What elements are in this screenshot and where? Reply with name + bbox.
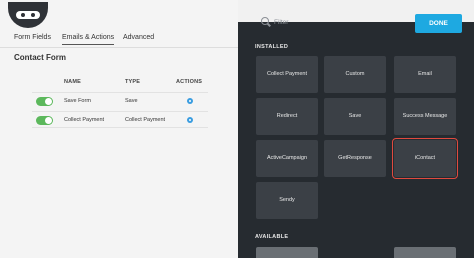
action-type: Collect Payment bbox=[125, 117, 166, 123]
action-name: Save Form bbox=[64, 98, 91, 104]
column-header-name: NAME bbox=[64, 79, 81, 85]
builder-panel: Form Fields Emails & Actions Advanced Co… bbox=[0, 0, 238, 258]
tile-label: Custom bbox=[345, 71, 365, 77]
tile-label: iContact bbox=[414, 155, 436, 161]
tile-label: GetResponse bbox=[338, 155, 372, 161]
tile-label: Sendy bbox=[279, 197, 295, 203]
tile-label: Save bbox=[348, 113, 362, 119]
filter-input[interactable] bbox=[274, 16, 394, 28]
action-tile-icontact[interactable]: iContact bbox=[392, 138, 458, 179]
action-tile-custom[interactable]: Custom bbox=[324, 56, 386, 93]
search-icon bbox=[261, 17, 269, 25]
action-tile-getresponse[interactable]: GetResponse bbox=[324, 140, 386, 177]
action-tile-collect-payment[interactable]: Collect Payment bbox=[256, 56, 318, 93]
tabs-divider bbox=[0, 47, 238, 48]
available-section-label: AVAILABLE bbox=[255, 234, 289, 240]
tile-label: Email bbox=[418, 71, 432, 77]
done-button[interactable]: DONE bbox=[415, 14, 462, 33]
tab-advanced[interactable]: Advanced bbox=[123, 32, 154, 44]
form-title: Contact Form bbox=[14, 53, 66, 62]
action-toggle[interactable] bbox=[36, 97, 53, 106]
action-tile-activecampaign[interactable]: ActiveCampaign bbox=[256, 140, 318, 177]
table-row: Collect Payment Collect Payment bbox=[32, 111, 208, 128]
available-tile[interactable] bbox=[394, 247, 456, 258]
available-tile[interactable] bbox=[256, 247, 318, 258]
column-header-type: TYPE bbox=[125, 79, 141, 85]
installed-section-label: INSTALLED bbox=[255, 44, 289, 50]
tile-label: ActiveCampaign bbox=[266, 155, 308, 161]
action-toggle[interactable] bbox=[36, 116, 53, 125]
tab-form-fields[interactable]: Form Fields bbox=[14, 32, 51, 44]
action-tile-success-message[interactable]: Success Message bbox=[394, 98, 456, 135]
action-tile-redirect[interactable]: Redirect bbox=[256, 98, 318, 135]
ninja-logo-icon bbox=[8, 2, 48, 28]
action-tile-sendy[interactable]: Sendy bbox=[256, 182, 318, 219]
builder-tabs: Form Fields Emails & Actions Advanced bbox=[0, 32, 238, 46]
action-tile-email[interactable]: Email bbox=[394, 56, 456, 93]
table-row: Save Form Save bbox=[32, 92, 208, 109]
tile-label: Collect Payment bbox=[266, 71, 308, 77]
tile-label: Success Message bbox=[402, 113, 448, 119]
gear-icon[interactable] bbox=[187, 117, 193, 123]
action-name: Collect Payment bbox=[64, 117, 105, 123]
column-header-actions: ACTIONS bbox=[176, 79, 203, 85]
tile-label: Redirect bbox=[276, 113, 298, 119]
gear-icon[interactable] bbox=[187, 98, 193, 104]
action-type: Save bbox=[125, 98, 138, 104]
action-tile-save[interactable]: Save bbox=[324, 98, 386, 135]
tab-emails-actions[interactable]: Emails & Actions bbox=[62, 32, 115, 45]
